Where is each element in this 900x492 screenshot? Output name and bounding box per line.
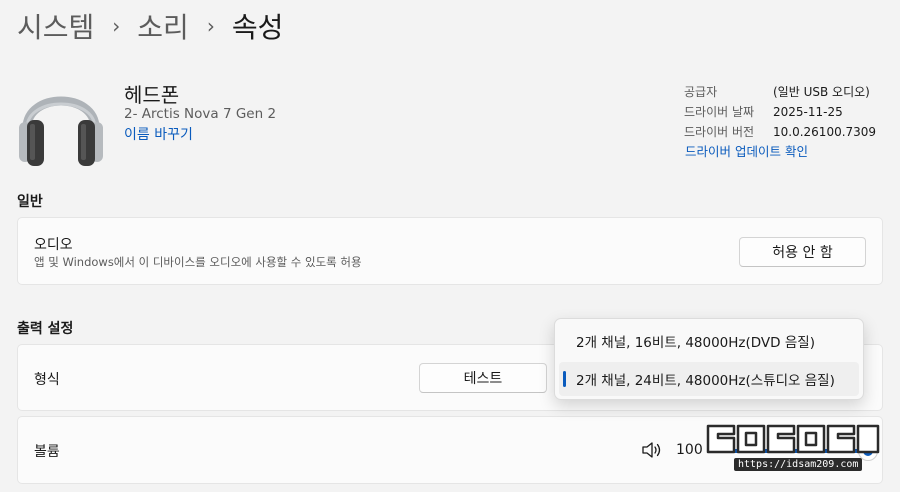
audio-title: 오디오 xyxy=(34,237,73,253)
format-option-selected[interactable]: 2개 채널, 24비트, 48000Hz(스튜디오 음질) xyxy=(559,362,859,396)
driver-info-value: (일반 USB 오디오) xyxy=(773,85,870,99)
format-dropdown: 2개 채널, 16비트, 48000Hz(DVD 음질) 2개 채널, 24비트… xyxy=(554,318,864,400)
watermark-logo: https://idsam209.com xyxy=(704,420,882,476)
disallow-button[interactable]: 허용 안 함 xyxy=(739,237,866,267)
driver-info-row: 드라이버 날짜 2025-11-25 xyxy=(684,102,876,122)
driver-info-label: 드라이버 날짜 xyxy=(684,105,755,119)
volume-title: 볼륨 xyxy=(34,444,60,460)
section-title-general: 일반 xyxy=(17,194,43,210)
driver-info-label: 드라이버 버전 xyxy=(684,125,755,139)
breadcrumb-item-system[interactable]: 시스템 xyxy=(17,6,94,46)
breadcrumb-item-sound[interactable]: 소리 xyxy=(137,6,189,46)
driver-info-value: 2025-11-25 xyxy=(773,105,843,119)
chevron-right-icon: › xyxy=(112,14,121,38)
format-option[interactable]: 2개 채널, 16비트, 48000Hz(DVD 음질) xyxy=(559,324,859,358)
driver-info-label: 공급자 xyxy=(684,85,718,99)
watermark-url: https://idsam209.com xyxy=(734,458,863,471)
audio-description: 앱 및 Windows에서 이 디바이스를 오디오에 사용할 수 있도록 허용 xyxy=(34,255,362,269)
audio-card: 오디오 앱 및 Windows에서 이 디바이스를 오디오에 사용할 수 있도록… xyxy=(17,217,883,285)
driver-info-value: 10.0.26100.7309 xyxy=(773,125,877,139)
section-title-output: 출력 설정 xyxy=(17,321,74,337)
device-model: 2- Arctis Nova 7 Gen 2 xyxy=(124,106,277,122)
format-title: 형식 xyxy=(34,372,60,388)
chevron-right-icon: › xyxy=(206,14,215,38)
speaker-icon[interactable] xyxy=(641,440,663,460)
rename-link[interactable]: 이름 바꾸기 xyxy=(124,124,193,144)
driver-info: 공급자 (일반 USB 오디오) 드라이버 날짜 2025-11-25 드라이버… xyxy=(684,82,876,142)
selection-indicator xyxy=(563,371,566,387)
breadcrumb: 시스템 › 소리 › 속성 xyxy=(17,6,283,46)
driver-info-row: 공급자 (일반 USB 오디오) xyxy=(684,82,876,102)
driver-update-link[interactable]: 드라이버 업데이트 확인 xyxy=(685,141,808,160)
test-button[interactable]: 테스트 xyxy=(419,363,547,393)
breadcrumb-item-properties: 속성 xyxy=(231,11,284,44)
headphones-icon xyxy=(17,72,105,168)
driver-info-row: 드라이버 버전 10.0.26100.7309 xyxy=(684,122,876,142)
volume-value: 100 xyxy=(676,442,703,458)
format-option-label: 2개 채널, 24비트, 48000Hz(스튜디오 음질) xyxy=(576,373,835,389)
device-name: 헤드폰 xyxy=(124,83,180,107)
